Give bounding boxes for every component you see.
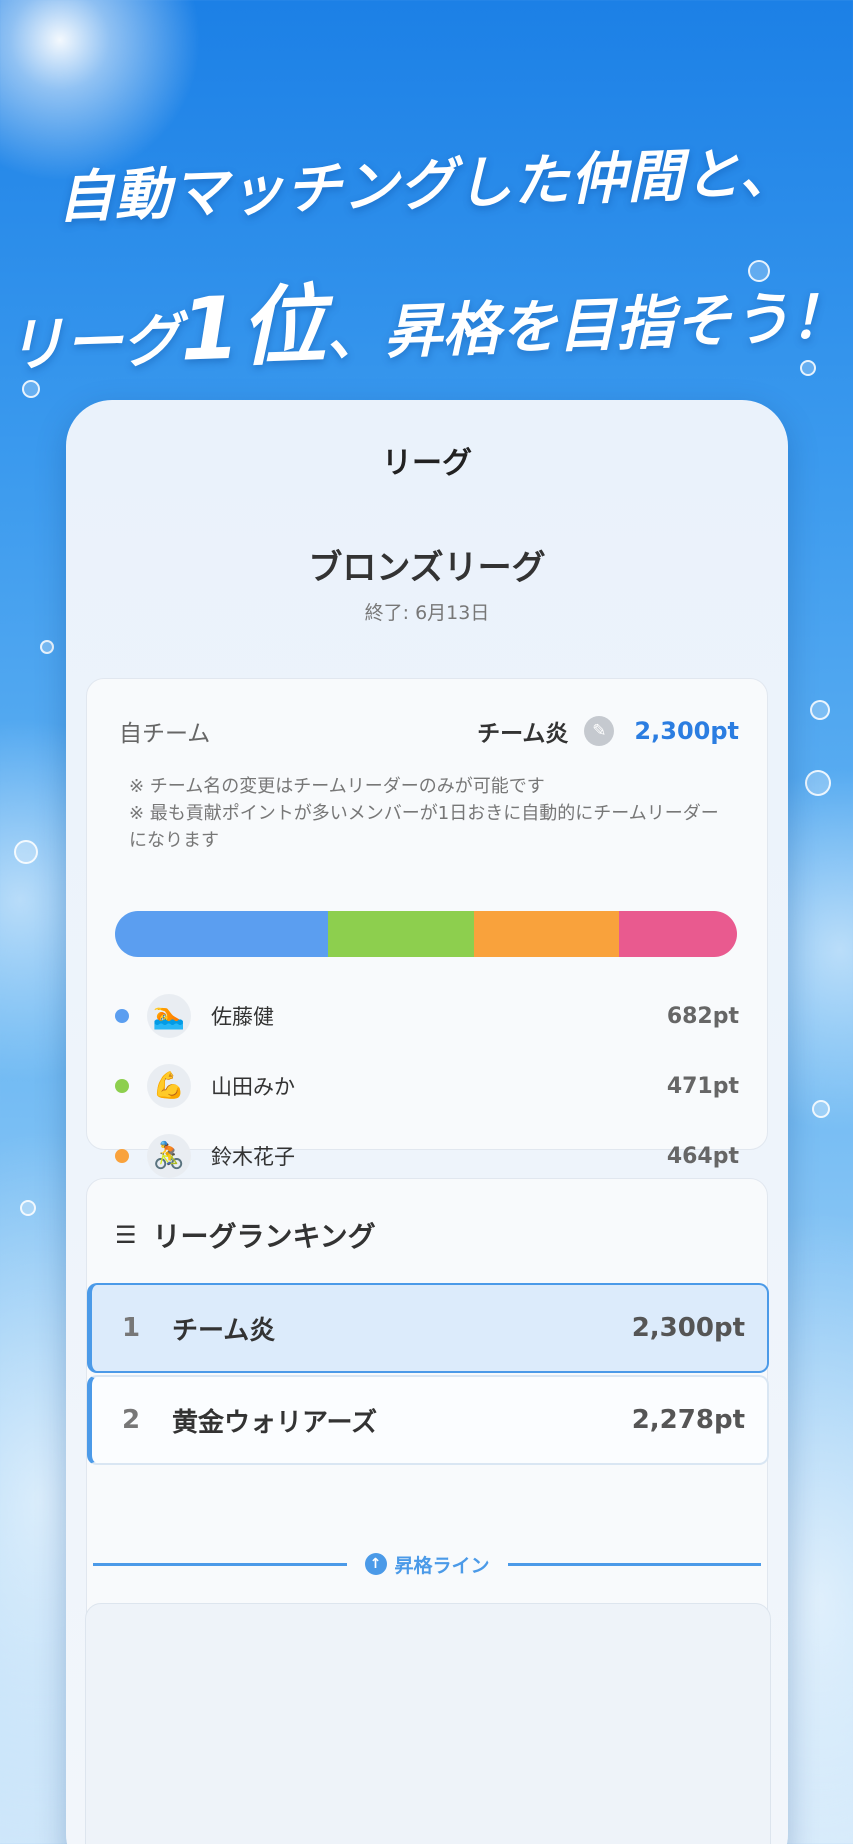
- promo-headline: 自動マッチングした仲間と、 リーグ1位、昇格を目指そう！: [0, 140, 853, 380]
- league-ranking-card: ☰ リーグランキング 1 チーム炎 2,300pt 2 黄金ウォリアーズ 2,2…: [85, 1178, 771, 1844]
- arrow-up-icon: ↑: [364, 1553, 387, 1575]
- bubble-decoration: [14, 840, 38, 864]
- promotion-text: 昇格ライン: [394, 1554, 490, 1577]
- team-header: 自チーム チーム炎 ✎ 2,300pt: [119, 711, 739, 751]
- team-note: ※ 最も貢献ポイントが多いメンバーが1日おきに自動的にチームリーダーになります: [129, 803, 719, 851]
- promotion-divider: [507, 1562, 762, 1566]
- contribution-bar: [115, 911, 737, 957]
- promo-line-1: 自動マッチングした仲間と、: [56, 140, 797, 231]
- bubble-decoration: [805, 770, 831, 796]
- member-points: 682pt: [666, 1003, 739, 1029]
- ranking-team-name: 黄金ウォリアーズ: [172, 1407, 378, 1438]
- promotion-divider: [93, 1562, 347, 1566]
- member-name-text: 山田みか: [211, 1075, 295, 1099]
- member-name: 鈴木花子: [211, 1141, 667, 1171]
- member-name-text: 佐藤健: [211, 1005, 274, 1029]
- contribution-segment: [115, 911, 328, 957]
- bubble-decoration: [810, 700, 830, 720]
- my-team-label: 自チーム: [119, 721, 211, 747]
- promo-line-2-big: 1位: [178, 275, 328, 381]
- promo-line-2: リーグ1位、昇格を目指そう！: [0, 236, 853, 391]
- contribution-segment: [618, 911, 737, 957]
- ranking-points: 2,300pt: [631, 1313, 745, 1343]
- pencil-icon[interactable]: ✎: [584, 716, 615, 746]
- app-screen: リーグ ブロンズリーグ 終了: 6月13日 自チーム チーム炎 ✎ 2,300p…: [66, 400, 788, 1844]
- league-end-date: 終了: 6月13日: [364, 602, 490, 624]
- ranking-team-name: チーム炎: [172, 1315, 276, 1346]
- member-points: 471pt: [666, 1073, 739, 1099]
- ranking-row[interactable]: 2 黄金ウォリアーズ 2,278pt: [87, 1375, 769, 1465]
- promo-line-2-b: 、昇格を目指そう！: [324, 282, 849, 369]
- team-note: ※ チーム名の変更はチームリーダーのみが可能です: [129, 776, 545, 797]
- numbered-list-icon: ☰: [115, 1221, 137, 1249]
- ranking-row-next[interactable]: [85, 1603, 771, 1844]
- ranking-rank: 2: [122, 1405, 141, 1435]
- ranking-points: 2,278pt: [631, 1405, 745, 1435]
- member-row[interactable]: 💪 山田みか 471pt: [115, 1051, 739, 1121]
- team-points: 2,300pt: [634, 717, 739, 745]
- bubble-decoration: [20, 1200, 36, 1216]
- member-name-text: 鈴木花子: [211, 1145, 295, 1169]
- member-color-dot: [115, 1149, 129, 1163]
- contribution-segment: [474, 911, 619, 957]
- promotion-label: ↑ 昇格ライン: [364, 1551, 490, 1578]
- contribution-segment: [327, 911, 475, 957]
- promo-line-2-a: リーグ: [5, 305, 182, 380]
- ranking-rank: 1: [122, 1313, 141, 1343]
- league-name: ブロンズリーグ: [308, 548, 546, 588]
- member-row[interactable]: 🏊 佐藤健 682pt: [115, 981, 739, 1051]
- my-team-card: 自チーム チーム炎 ✎ 2,300pt ※ チーム名の変更はチームリーダーのみが…: [86, 678, 768, 1318]
- team-notes: ※ チーム名の変更はチームリーダーのみが可能です ※ 最も貢献ポイントが多いメン…: [129, 773, 731, 854]
- bubble-decoration: [812, 1100, 830, 1118]
- ranking-title: リーグランキング: [152, 1220, 376, 1253]
- nav-title: リーグ: [382, 446, 472, 481]
- member-name: 佐藤健: [211, 1001, 667, 1031]
- member-color-dot: [115, 1079, 129, 1093]
- ranking-header: ☰ リーグランキング: [115, 1205, 376, 1265]
- member-points: 464pt: [666, 1143, 739, 1169]
- avatar: 🏊: [147, 994, 191, 1038]
- avatar: 💪: [147, 1064, 191, 1108]
- avatar: 🚴: [147, 1134, 191, 1178]
- member-name: 山田みか: [211, 1071, 667, 1101]
- bubble-decoration: [40, 640, 54, 654]
- member-color-dot: [115, 1009, 129, 1023]
- promotion-line: ↑ 昇格ライン: [93, 1549, 762, 1579]
- ranking-row[interactable]: 1 チーム炎 2,300pt: [87, 1283, 769, 1373]
- team-name: チーム炎: [477, 721, 569, 747]
